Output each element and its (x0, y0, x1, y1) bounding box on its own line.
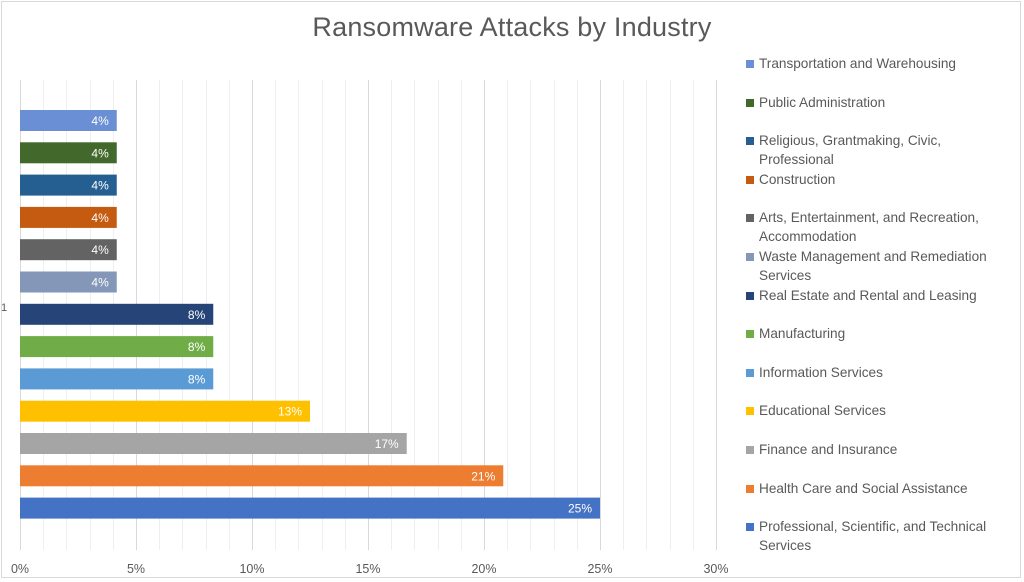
x-tick-label: 25% (587, 562, 612, 576)
data-label: 8% (188, 308, 206, 322)
bar-information-services (20, 368, 214, 390)
legend-item: Educational Services (746, 401, 1016, 420)
legend-swatch (746, 523, 754, 531)
legend-label: Public Administration (759, 94, 886, 110)
data-label: 4% (91, 243, 109, 257)
legend-item: Health Care and Social Assistance (746, 479, 1016, 498)
x-tick-label: 30% (703, 562, 728, 576)
legend-swatch (746, 60, 754, 68)
data-label: 8% (188, 340, 206, 354)
legend-label: Real Estate and Rental and Leasing (759, 288, 977, 303)
x-axis-ticks: 0% 5% 10% 15% 20% 25% 30% (11, 562, 729, 576)
legend-item: Construction (746, 170, 1016, 189)
legend-label: Finance and Insurance (759, 442, 898, 457)
data-label: 13% (278, 405, 302, 419)
legend-swatch (746, 369, 754, 377)
legend-item: Information Services (746, 363, 1016, 382)
legend-swatch (746, 292, 754, 300)
bar-manufacturing (20, 336, 214, 358)
legend-swatch (746, 98, 754, 107)
legend-swatch (746, 214, 754, 222)
legend-item: Religious, Grantmaking, Civic, Professio… (746, 131, 1016, 169)
legend-item: Waste Management and Remediation Service… (746, 247, 1016, 285)
bars: 4% 4% 4% 4% 4% 4% 8% 8% 8% 13% 17% 21% 25% (20, 110, 600, 519)
legend-label: Waste Management and Remediation Service… (759, 249, 987, 283)
legend-item: Real Estate and Rental and Leasing (746, 286, 1016, 305)
x-tick-label: 0% (11, 562, 29, 576)
legend-label: Manufacturing (759, 326, 846, 341)
data-label: 25% (568, 502, 592, 516)
data-label: 4% (91, 146, 109, 160)
data-label: 21% (471, 469, 495, 483)
x-tick-label: 20% (471, 562, 496, 576)
legend-swatch (746, 137, 754, 145)
legend-label: Educational Services (759, 403, 886, 418)
x-tick-label: 10% (239, 562, 264, 576)
legend-item: Manufacturing (746, 324, 1016, 343)
legend-item: Professional, Scientific, and Technical … (746, 517, 1016, 555)
legend-swatch (746, 407, 754, 415)
legend-label: Arts, Entertainment, and Recreation, Acc… (759, 210, 979, 244)
legend-label: Professional, Scientific, and Technical … (759, 519, 987, 553)
data-label: 4% (91, 114, 109, 128)
legend-swatch (746, 485, 754, 493)
legend-item: Transportation and Warehousing (746, 54, 1016, 73)
data-label: 17% (375, 437, 399, 451)
bar-real-estate-and-rental-and-leasing (20, 303, 214, 325)
legend-label: Health Care and Social Assistance (759, 481, 968, 496)
legend-label: Construction (759, 172, 836, 187)
bar-educational-services (20, 400, 310, 422)
legend-label: Religious, Grantmaking, Civic, Professio… (759, 133, 942, 167)
bar-finance-and-insurance (20, 433, 407, 454)
legend-item: Public Administration (746, 93, 1016, 112)
x-tick-label: 5% (127, 562, 145, 576)
data-label: 4% (91, 276, 109, 290)
x-tick-label: 15% (355, 562, 380, 576)
legend-item: Arts, Entertainment, and Recreation, Acc… (746, 208, 1016, 246)
legend-item: Finance and Insurance (746, 440, 1016, 459)
legend-swatch (746, 253, 754, 261)
legend-label: Transportation and Warehousing (759, 56, 956, 71)
legend-swatch (746, 446, 754, 454)
data-label: 8% (188, 372, 206, 386)
data-label: 4% (91, 179, 109, 193)
data-label: 4% (91, 211, 109, 225)
category-axis-label: 1 (1, 302, 7, 314)
legend-label: Information Services (759, 365, 883, 380)
bar-professional-scientific-and-technical-services (20, 497, 600, 519)
legend-swatch (746, 330, 754, 338)
legend-swatch (746, 176, 754, 184)
bar-health-care-and-social-assistance (20, 465, 504, 487)
